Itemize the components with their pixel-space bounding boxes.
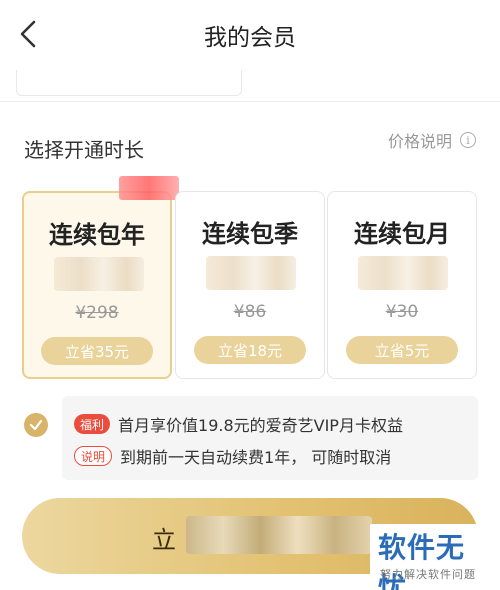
benefit-box: 福利 首月享价值19.8元的爱奇艺VIP月卡权益 说明 到期前一天自动续费1年，… [62,396,478,480]
plan-save-badge: 立省5元 [346,336,458,364]
page-title: 我的会员 [204,25,296,51]
nav-bar: 我的会员 [0,0,500,70]
watermark-subtitle: 努力解决软件问题 [380,568,476,581]
plan-name: 连续包月 [354,220,450,248]
plan-price-blurred [54,257,144,291]
note-tag: 说明 [74,446,113,466]
price-help-link[interactable]: 价格说明 i [388,128,476,152]
plan-original-price: ¥298 [75,303,119,323]
banner-card[interactable] [16,70,242,96]
plan-original-price: ¥86 [233,302,267,322]
agree-checkbox[interactable] [24,413,48,437]
note-text: 到期前一天自动续费1年， 可随时取消 [120,448,392,467]
welfare-text: 首月享价值19.8元的爱奇艺VIP月卡权益 [118,416,403,435]
plan-save-badge: 立省18元 [194,336,306,364]
price-help-label: 价格说明 [387,132,452,151]
plan-card-quarterly[interactable]: 连续包季 ¥86 立省18元 [175,191,325,379]
info-icon: i [460,132,476,148]
benefit-row-shuoming: 说明 到期前一天自动续费1年， 可随时取消 [74,444,391,468]
plan-name: 连续包季 [202,220,298,248]
plan-card-monthly[interactable]: 连续包月 ¥30 立省5元 [327,191,477,379]
banner-edge [0,70,500,102]
cta-blurred-text [186,516,372,554]
plan-card-yearly[interactable]: 连续包年 ¥298 立省35元 [22,176,179,379]
benefit-row-fuli: 福利 首月享价值19.8元的爱奇艺VIP月卡权益 [74,412,403,436]
plan-price-blurred [206,256,296,290]
plan-name: 连续包年 [49,221,145,249]
plan-list: 连续包年 ¥298 立省35元 连续包季 ¥86 立省18元 连续包月 ¥30 … [22,176,478,381]
site-watermark: 软件无忧 努力解决软件问题 [370,524,492,590]
plan-price-blurred [358,256,448,290]
welfare-tag: 福利 [74,414,111,434]
plan-hot-tag-blurred [119,176,179,200]
divider [0,101,500,102]
duration-section-title: 选择开通时长 [24,138,144,162]
check-icon [29,419,43,431]
plan-original-price: ¥30 [385,302,419,322]
plan-save-badge: 立省35元 [41,337,153,365]
cta-label: 立 [152,526,176,554]
